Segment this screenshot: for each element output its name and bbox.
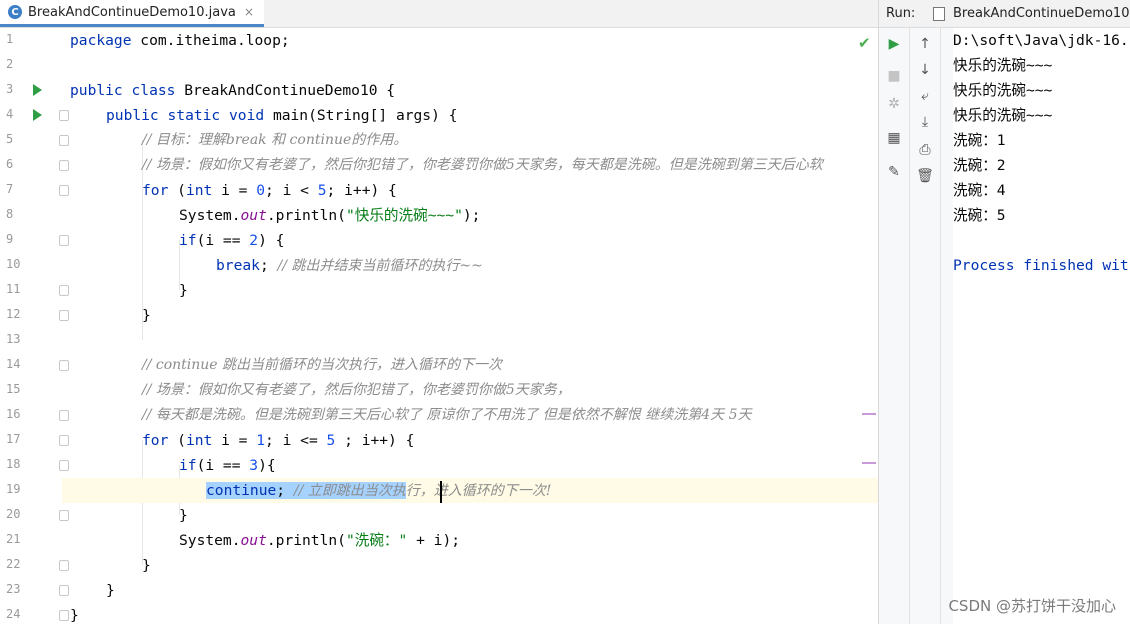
code-line[interactable]: public class BreakAndContinueDemo10 { — [62, 78, 878, 103]
line-number: 6 — [6, 157, 14, 171]
editor-tab-label: BreakAndContinueDemo10.java — [28, 4, 236, 20]
run-tool-window: Run: BreakAndContinueDemo10 ▶ ■ ✲ ▦ ✎ ↑ … — [878, 0, 1130, 624]
line-number: 16 — [6, 407, 21, 421]
code-line[interactable]: package com.itheima.loop; — [62, 28, 878, 53]
code-line[interactable]: } — [62, 503, 878, 528]
pin-icon[interactable]: ✎ — [886, 164, 902, 180]
line-number: 22 — [6, 557, 21, 571]
text-selection: continue; // 立即跳出当次执 — [206, 482, 406, 499]
line-number: 11 — [6, 282, 21, 296]
code-comment[interactable]: // 场景：假如你又有老婆了，然后你犯错了，你老婆罚你做5天家务，每天都是洗碗。… — [62, 153, 878, 178]
line-number: 23 — [6, 582, 21, 596]
code-line[interactable]: break; // 跳出并结束当前循环的执行~~ — [62, 253, 878, 278]
code-comment[interactable]: // 每天都是洗碗。但是洗碗到第三天后心软了 原谅你了不用洗了 但是依然不解恨 … — [62, 403, 878, 428]
line-number: 18 — [6, 457, 21, 471]
code-line[interactable]: } — [62, 578, 878, 603]
console-line: 洗碗：5 — [953, 207, 1006, 224]
code-line[interactable]: } — [62, 278, 878, 303]
console-line: 快乐的洗碗~~~ — [953, 57, 1053, 74]
code-line[interactable]: } — [62, 303, 878, 328]
code-comment[interactable]: // 场景：假如你又有老婆了，然后你犯错了，你老婆罚你做5天家务， — [62, 378, 878, 403]
run-config-tab[interactable]: BreakAndContinueDemo10 — [929, 0, 1129, 27]
line-number: 21 — [6, 532, 21, 546]
line-number: 19 — [6, 482, 21, 496]
line-number: 8 — [6, 207, 14, 221]
code-editor[interactable]: C BreakAndContinueDemo10.java × ✔ 1 2 3 … — [0, 0, 878, 624]
code-area[interactable]: package com.itheima.loop; public class B… — [62, 28, 878, 624]
scroll-down-icon[interactable]: ↓ — [917, 62, 933, 78]
scroll-up-icon[interactable]: ↑ — [917, 36, 933, 52]
line-number: 3 — [6, 82, 14, 96]
code-line[interactable]: for (int i = 1; i <= 5 ; i++) { — [62, 428, 878, 453]
code-line[interactable]: public static void main(String[] args) { — [62, 103, 878, 128]
console-line: 快乐的洗碗~~~ — [953, 107, 1053, 124]
run-class-icon[interactable] — [33, 84, 42, 96]
editor-tab[interactable]: C BreakAndContinueDemo10.java × — [0, 0, 264, 27]
print-icon[interactable]: ⎙ — [917, 142, 933, 158]
code-comment[interactable]: // continue 跳出当前循环的当次执行，进入循环的下一次 — [62, 353, 878, 378]
console-line: 洗碗：2 — [953, 157, 1006, 174]
rerun-icon[interactable]: ▶ — [886, 36, 902, 52]
scrollbar-marker[interactable] — [862, 462, 876, 464]
run-header: Run: BreakAndContinueDemo10 — [879, 0, 1130, 28]
close-tab-icon[interactable]: × — [244, 5, 254, 19]
run-config-name: BreakAndContinueDemo10 — [953, 6, 1130, 21]
code-line[interactable]: } — [62, 553, 878, 578]
code-line[interactable]: System.out.println("洗碗：" + i); — [62, 528, 878, 553]
editor-tab-bar: C BreakAndContinueDemo10.java × — [0, 0, 878, 28]
console-line: 洗碗：4 — [953, 182, 1006, 199]
run-label: Run: — [886, 6, 916, 21]
line-number: 20 — [6, 507, 21, 521]
process-finished-line: Process finished wit — [953, 257, 1129, 274]
stop-icon[interactable]: ■ — [886, 68, 902, 84]
line-number: 10 — [6, 257, 21, 271]
code-line[interactable]: } — [62, 603, 878, 624]
code-line[interactable]: for (int i = 0; i < 5; i++) { — [62, 178, 878, 203]
console-line: 快乐的洗碗~~~ — [953, 82, 1053, 99]
code-line[interactable]: System.out.println("快乐的洗碗~~~"); — [62, 203, 878, 228]
code-line[interactable]: if(i == 3){ — [62, 453, 878, 478]
line-number: 1 — [6, 32, 14, 46]
text-cursor — [440, 481, 442, 503]
console-icon — [933, 6, 945, 21]
layout-icon[interactable]: ▦ — [886, 130, 902, 146]
current-code-line[interactable]: continue; // 立即跳出当次执行，进入循环的下一次! — [62, 478, 878, 503]
line-number: 9 — [6, 232, 14, 246]
java-class-icon: C — [8, 5, 22, 19]
scroll-to-end-icon[interactable]: ⤓ — [917, 114, 933, 130]
line-number: 12 — [6, 307, 21, 321]
scrollbar-marker[interactable] — [862, 413, 876, 415]
line-number: 5 — [6, 132, 14, 146]
line-number: 13 — [6, 332, 21, 346]
line-number: 4 — [6, 107, 14, 121]
line-number: 17 — [6, 432, 21, 446]
line-number: 2 — [6, 57, 14, 71]
line-number: 15 — [6, 382, 21, 396]
run-toolbar-left: ▶ ■ ✲ ▦ ✎ — [879, 28, 910, 624]
debug-icon[interactable]: ✲ — [886, 96, 902, 112]
console-line: D:\soft\Java\jdk-16. — [953, 32, 1129, 49]
run-main-icon[interactable] — [33, 109, 42, 121]
soft-wrap-icon[interactable]: ⤶ — [917, 88, 933, 104]
watermark: CSDN @苏打饼干没加心 — [948, 597, 1116, 615]
line-number: 14 — [6, 357, 21, 371]
line-number-gutter: 1 2 3 4 5 6 7 8 9 10 11 12 13 14 15 16 1… — [0, 28, 69, 624]
line-number: 7 — [6, 182, 14, 196]
code-line[interactable]: if(i == 2) { — [62, 228, 878, 253]
console-line: 洗碗：1 — [953, 132, 1006, 149]
code-comment[interactable]: // 目标：理解break 和 continue的作用。 — [62, 128, 878, 153]
console-output[interactable]: D:\soft\Java\jdk-16. 快乐的洗碗~~~ 快乐的洗碗~~~ 快… — [953, 28, 1130, 624]
line-number: 24 — [6, 607, 21, 621]
run-toolbar-right: ↑ ↓ ⤶ ⤓ ⎙ 🗑 — [910, 28, 941, 624]
clear-console-icon[interactable]: 🗑 — [916, 168, 934, 184]
